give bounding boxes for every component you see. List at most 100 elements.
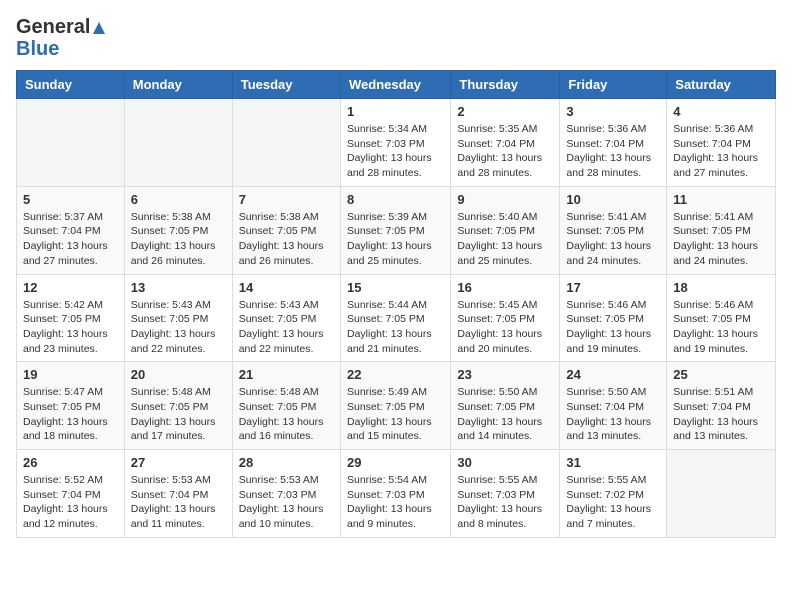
calendar-cell <box>667 450 776 538</box>
day-number: 7 <box>239 192 334 207</box>
calendar-cell: 28 Sunrise: 5:53 AM Sunset: 7:03 PM Dayli… <box>232 450 340 538</box>
calendar-cell: 25 Sunrise: 5:51 AM Sunset: 7:04 PM Dayli… <box>667 362 776 450</box>
logo-triangle-icon <box>92 21 106 35</box>
day-info: Sunrise: 5:55 AM Sunset: 7:02 PM Dayligh… <box>566 473 660 532</box>
calendar-cell: 18Sunrise: 5:46 AM Sunset: 7:05 PM Dayli… <box>667 274 776 362</box>
logo-blue-text: Blue <box>16 38 106 60</box>
calendar-cell: 27 Sunrise: 5:53 AM Sunset: 7:04 PM Dayli… <box>124 450 232 538</box>
day-info: Sunrise: 5:41 AM Sunset: 7:05 PM Dayligh… <box>566 210 660 269</box>
day-number: 23 <box>457 367 553 382</box>
logo-general-text: General <box>16 16 106 38</box>
weekday-header-friday: Friday <box>560 71 667 99</box>
weekday-header-sunday: Sunday <box>17 71 125 99</box>
day-info: Sunrise: 5:36 AM Sunset: 7:04 PM Dayligh… <box>566 122 660 181</box>
day-info: Sunrise: 5:46 AM Sunset: 7:05 PM Dayligh… <box>566 298 660 357</box>
day-info: Sunrise: 5:52 AM Sunset: 7:04 PM Dayligh… <box>23 473 118 532</box>
calendar-cell: 5Sunrise: 5:37 AM Sunset: 7:04 PM Daylig… <box>17 186 125 274</box>
day-info: Sunrise: 5:36 AM Sunset: 7:04 PM Dayligh… <box>673 122 769 181</box>
calendar-cell: 31 Sunrise: 5:55 AM Sunset: 7:02 PM Dayli… <box>560 450 667 538</box>
day-info: Sunrise: 5:39 AM Sunset: 7:05 PM Dayligh… <box>347 210 444 269</box>
calendar-cell: 1Sunrise: 5:34 AM Sunset: 7:03 PM Daylig… <box>340 99 450 187</box>
day-info: Sunrise: 5:45 AM Sunset: 7:05 PM Dayligh… <box>457 298 553 357</box>
calendar-cell <box>124 99 232 187</box>
day-info: Sunrise: 5:38 AM Sunset: 7:05 PM Dayligh… <box>131 210 226 269</box>
calendar-cell: 7 Sunrise: 5:38 AM Sunset: 7:05 PM Daylig… <box>232 186 340 274</box>
calendar-cell: 21 Sunrise: 5:48 AM Sunset: 7:05 PM Dayli… <box>232 362 340 450</box>
day-number: 6 <box>131 192 226 207</box>
calendar-cell: 29 Sunrise: 5:54 AM Sunset: 7:03 PM Dayli… <box>340 450 450 538</box>
page-header: General Blue <box>16 16 776 60</box>
day-number: 17 <box>566 280 660 295</box>
day-number: 10 <box>566 192 660 207</box>
day-number: 1 <box>347 104 444 119</box>
calendar-week-row: 19 Sunrise: 5:47 AM Sunset: 7:05 PM Dayli… <box>17 362 776 450</box>
calendar-cell: 16 Sunrise: 5:45 AM Sunset: 7:05 PM Dayli… <box>451 274 560 362</box>
day-number: 8 <box>347 192 444 207</box>
calendar-cell: 24 Sunrise: 5:50 AM Sunset: 7:04 PM Dayli… <box>560 362 667 450</box>
calendar-cell: 8 Sunrise: 5:39 AM Sunset: 7:05 PM Daylig… <box>340 186 450 274</box>
day-number: 28 <box>239 455 334 470</box>
day-number: 18 <box>673 280 769 295</box>
calendar-cell: 12 Sunrise: 5:42 AM Sunset: 7:05 PM Dayli… <box>17 274 125 362</box>
day-number: 3 <box>566 104 660 119</box>
calendar-cell: 19 Sunrise: 5:47 AM Sunset: 7:05 PM Dayli… <box>17 362 125 450</box>
day-number: 20 <box>131 367 226 382</box>
day-info: Sunrise: 5:35 AM Sunset: 7:04 PM Dayligh… <box>457 122 553 181</box>
calendar-cell: 6 Sunrise: 5:38 AM Sunset: 7:05 PM Daylig… <box>124 186 232 274</box>
day-info: Sunrise: 5:48 AM Sunset: 7:05 PM Dayligh… <box>239 385 334 444</box>
calendar-week-row: 26 Sunrise: 5:52 AM Sunset: 7:04 PM Dayli… <box>17 450 776 538</box>
day-number: 24 <box>566 367 660 382</box>
day-number: 30 <box>457 455 553 470</box>
weekday-header-wednesday: Wednesday <box>340 71 450 99</box>
calendar-week-row: 12 Sunrise: 5:42 AM Sunset: 7:05 PM Dayli… <box>17 274 776 362</box>
day-info: Sunrise: 5:38 AM Sunset: 7:05 PM Dayligh… <box>239 210 334 269</box>
weekday-header-row: SundayMondayTuesdayWednesdayThursdayFrid… <box>17 71 776 99</box>
day-info: Sunrise: 5:55 AM Sunset: 7:03 PM Dayligh… <box>457 473 553 532</box>
day-number: 26 <box>23 455 118 470</box>
day-info: Sunrise: 5:47 AM Sunset: 7:05 PM Dayligh… <box>23 385 118 444</box>
day-info: Sunrise: 5:50 AM Sunset: 7:04 PM Dayligh… <box>566 385 660 444</box>
day-number: 5 <box>23 192 118 207</box>
calendar-cell <box>232 99 340 187</box>
calendar-cell: 3 Sunrise: 5:36 AM Sunset: 7:04 PM Daylig… <box>560 99 667 187</box>
day-info: Sunrise: 5:53 AM Sunset: 7:03 PM Dayligh… <box>239 473 334 532</box>
calendar-cell: 26 Sunrise: 5:52 AM Sunset: 7:04 PM Dayli… <box>17 450 125 538</box>
day-number: 22 <box>347 367 444 382</box>
calendar-cell: 9Sunrise: 5:40 AM Sunset: 7:05 PM Daylig… <box>451 186 560 274</box>
day-number: 15 <box>347 280 444 295</box>
calendar-week-row: 1Sunrise: 5:34 AM Sunset: 7:03 PM Daylig… <box>17 99 776 187</box>
calendar-cell: 22Sunrise: 5:49 AM Sunset: 7:05 PM Dayli… <box>340 362 450 450</box>
weekday-header-monday: Monday <box>124 71 232 99</box>
calendar-week-row: 5Sunrise: 5:37 AM Sunset: 7:04 PM Daylig… <box>17 186 776 274</box>
day-number: 31 <box>566 455 660 470</box>
calendar-cell: 10 Sunrise: 5:41 AM Sunset: 7:05 PM Dayli… <box>560 186 667 274</box>
calendar-cell <box>17 99 125 187</box>
day-number: 29 <box>347 455 444 470</box>
weekday-header-tuesday: Tuesday <box>232 71 340 99</box>
calendar-cell: 23Sunrise: 5:50 AM Sunset: 7:05 PM Dayli… <box>451 362 560 450</box>
calendar-cell: 17 Sunrise: 5:46 AM Sunset: 7:05 PM Dayli… <box>560 274 667 362</box>
day-info: Sunrise: 5:48 AM Sunset: 7:05 PM Dayligh… <box>131 385 226 444</box>
day-number: 12 <box>23 280 118 295</box>
day-info: Sunrise: 5:44 AM Sunset: 7:05 PM Dayligh… <box>347 298 444 357</box>
day-number: 27 <box>131 455 226 470</box>
day-info: Sunrise: 5:53 AM Sunset: 7:04 PM Dayligh… <box>131 473 226 532</box>
calendar-cell: 14 Sunrise: 5:43 AM Sunset: 7:05 PM Dayli… <box>232 274 340 362</box>
day-info: Sunrise: 5:42 AM Sunset: 7:05 PM Dayligh… <box>23 298 118 357</box>
day-number: 25 <box>673 367 769 382</box>
calendar-cell: 2 Sunrise: 5:35 AM Sunset: 7:04 PM Daylig… <box>451 99 560 187</box>
day-number: 9 <box>457 192 553 207</box>
day-info: Sunrise: 5:51 AM Sunset: 7:04 PM Dayligh… <box>673 385 769 444</box>
day-number: 14 <box>239 280 334 295</box>
day-info: Sunrise: 5:43 AM Sunset: 7:05 PM Dayligh… <box>239 298 334 357</box>
day-number: 19 <box>23 367 118 382</box>
calendar-cell: 20 Sunrise: 5:48 AM Sunset: 7:05 PM Dayli… <box>124 362 232 450</box>
calendar-cell: 30 Sunrise: 5:55 AM Sunset: 7:03 PM Dayli… <box>451 450 560 538</box>
day-info: Sunrise: 5:54 AM Sunset: 7:03 PM Dayligh… <box>347 473 444 532</box>
day-number: 4 <box>673 104 769 119</box>
calendar-cell: 11Sunrise: 5:41 AM Sunset: 7:05 PM Dayli… <box>667 186 776 274</box>
day-number: 16 <box>457 280 553 295</box>
day-number: 21 <box>239 367 334 382</box>
calendar-cell: 13Sunrise: 5:43 AM Sunset: 7:05 PM Dayli… <box>124 274 232 362</box>
day-number: 2 <box>457 104 553 119</box>
